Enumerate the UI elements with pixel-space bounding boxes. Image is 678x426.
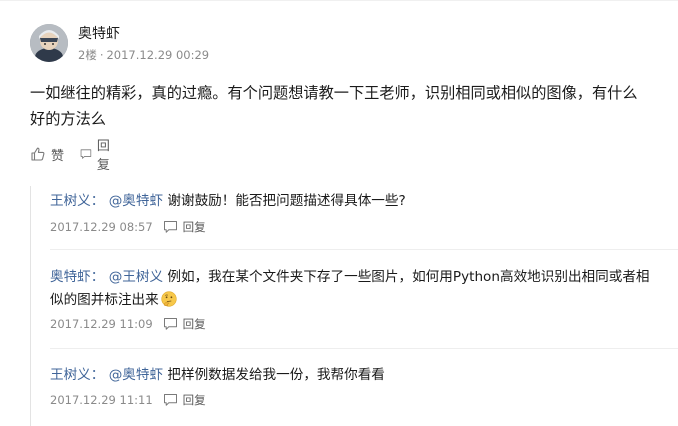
reply-meta: 2017.12.29 08:57 回复 <box>50 219 206 235</box>
comment-meta: 2楼 · 2017.12.29 00:29 <box>78 47 209 63</box>
reply-mention[interactable]: @王树义 <box>109 269 163 285</box>
avatar-image <box>30 24 68 62</box>
avatar[interactable] <box>30 24 68 62</box>
top-divider <box>0 0 678 1</box>
comment-bubble-icon <box>163 394 177 406</box>
comment-time: 2017.12.29 00:29 <box>106 48 210 62</box>
reply-mention[interactable]: @奥特虾 <box>109 367 163 383</box>
reply-reply-button[interactable]: 回复 <box>163 316 206 332</box>
reply-divider <box>50 348 678 349</box>
reply-item: 王树义： @奥特虾 把样例数据发给我一份，我帮你看看 2017.12.29 11… <box>50 364 660 407</box>
reply-text: 王树义： @奥特虾 把样例数据发给我一份，我帮你看看 <box>50 364 660 386</box>
reply-divider <box>50 249 678 250</box>
reply-label: 回复 <box>96 139 110 173</box>
reply-button[interactable]: 回复 <box>80 139 115 173</box>
reply-text: 奥特虾： @王树义 例如，我在某个文件夹下存了一些图片，如何用Python高效地… <box>50 266 660 312</box>
reply-time: 2017.12.29 11:09 <box>50 317 153 331</box>
thumbs-up-icon <box>31 147 45 161</box>
reply-reply-label: 回复 <box>182 393 206 407</box>
reply-author[interactable]: 奥特虾： <box>50 269 104 285</box>
comment-bubble-icon <box>163 318 177 330</box>
reply-time: 2017.12.29 08:57 <box>50 220 153 234</box>
reply-reply-button[interactable]: 回复 <box>163 392 206 408</box>
reply-reply-button[interactable]: 回复 <box>163 219 206 235</box>
reply-text: 王树义： @奥特虾 谢谢鼓励！能否把问题描述得具体一些? <box>50 190 660 212</box>
comment-panel: 奥特虾 2楼 · 2017.12.29 00:29 一如继往的精彩，真的过瘾。有个问… <box>0 0 678 426</box>
comment-bubble-icon <box>80 149 92 159</box>
reply-content: 谢谢鼓励！能否把问题描述得具体一些? <box>163 193 406 209</box>
like-label: 赞 <box>51 148 65 164</box>
thread-line <box>30 186 31 426</box>
reply-reply-label: 回复 <box>182 220 206 234</box>
reply-item: 奥特虾： @王树义 例如，我在某个文件夹下存了一些图片，如何用Python高效地… <box>50 266 660 331</box>
reply-mention[interactable]: @奥特虾 <box>109 193 163 209</box>
reply-author[interactable]: 王树义： <box>50 193 104 209</box>
like-button[interactable]: 赞 <box>30 144 64 164</box>
reply-meta: 2017.12.29 11:09 回复 <box>50 316 206 332</box>
reply-reply-label: 回复 <box>182 317 206 331</box>
comment-body: 一如继往的精彩，真的过瘾。有个问题想请教一下王老师，识别相同或相似的图像，有什么… <box>30 84 638 128</box>
reply-meta: 2017.12.29 11:11 回复 <box>50 392 206 408</box>
meta-separator: · <box>99 48 104 62</box>
reply-author[interactable]: 王树义： <box>50 367 104 383</box>
comment-author[interactable]: 奥特虾 <box>78 23 120 43</box>
thinking-face-icon <box>161 291 177 307</box>
reply-content: 把样例数据发给我一份，我帮你看看 <box>163 367 385 383</box>
reply-item: 王树义： @奥特虾 谢谢鼓励！能否把问题描述得具体一些? 2017.12.29 … <box>50 190 660 234</box>
reply-time: 2017.12.29 11:11 <box>50 393 153 407</box>
comment-floor: 2楼 <box>78 48 97 62</box>
comment-bubble-icon <box>163 221 177 233</box>
